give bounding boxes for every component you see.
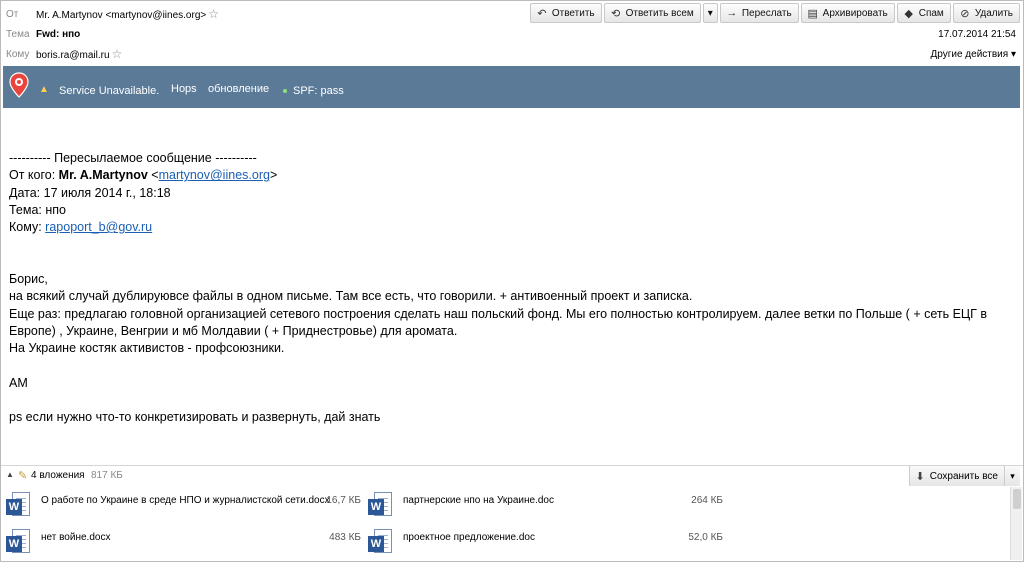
word-document-icon: W [368, 529, 394, 557]
attachment-list: W О работе по Украине в среде НПО и журн… [0, 485, 1024, 562]
attachment-name: нет войне.docx [41, 532, 111, 543]
fwd-from-name: Mr. A.Martynov [58, 168, 148, 183]
star-icon[interactable]: ☆ [208, 7, 219, 21]
archive-icon: ▤ [807, 7, 818, 20]
spf-status: SPF: pass [283, 85, 344, 97]
paperclip-icon: ✎ [18, 470, 28, 482]
attachment-item[interactable]: W О работе по Украине в среде НПО и журн… [6, 488, 361, 524]
attachment-count: 4 вложения [31, 470, 85, 481]
attachment-item[interactable]: W нет войне.docx 483 КБ [6, 525, 361, 561]
reply-all-button[interactable]: ⟲ Ответить всем [603, 3, 701, 23]
forward-button[interactable]: → Переслать [719, 3, 799, 23]
other-actions-menu[interactable]: Другие действия ▾ [931, 49, 1016, 60]
reply-dropdown-button[interactable]: ▾ [702, 3, 718, 23]
message-body: ---------- Пересылаемое сообщение ------… [9, 150, 1014, 427]
save-all-button[interactable]: ⬇ Сохранить все [908, 466, 1004, 486]
spam-label: Спам [918, 7, 944, 19]
chevron-down-icon: ▾ [707, 7, 713, 19]
hops-button[interactable]: Hops [171, 83, 197, 95]
attachments-bar: ▲ ✎ 4 вложения 817 КБ ⬇ Сохранить все ▾ [0, 465, 1024, 486]
to-value[interactable]: boris.ra@mail.ru ☆ [36, 47, 122, 61]
delete-button[interactable]: ⊘ Удалить [952, 3, 1020, 23]
fwd-to-email-link[interactable]: rapoport_b@gov.ru [45, 220, 152, 234]
collapse-toggle-icon[interactable]: ▲ [6, 470, 14, 479]
save-all-label: Сохранить все [929, 470, 998, 482]
subject-row: Тема Fwd: нпо 17.07.2014 21:54 [0, 24, 1024, 44]
attachment-item[interactable]: W проектное предложение.doc 52,0 КБ [368, 525, 723, 561]
reply-icon: ↶ [537, 7, 547, 20]
word-document-icon: W [6, 529, 32, 557]
warning-icon: ▲ [39, 84, 49, 95]
fwd-from-email-link[interactable]: martynov@iines.org [159, 168, 270, 182]
spam-button[interactable]: ◆ Спам [896, 3, 951, 23]
spam-icon: ◆ [904, 7, 913, 20]
to-row: Кому boris.ra@mail.ru ☆ Другие действия ▾ [0, 44, 1024, 64]
greeting: Борис, [9, 272, 48, 287]
reply-all-label: Ответить всем [625, 7, 694, 19]
attachment-size: 483 КБ [329, 532, 361, 543]
reply-button[interactable]: ↶ Ответить [529, 3, 602, 23]
attachment-name: О работе по Украине в среде НПО и журнал… [41, 495, 330, 506]
paragraph-3: На Украине костяк активистов - профсоюзн… [9, 341, 285, 356]
delete-label: Удалить [974, 7, 1013, 19]
word-document-icon: W [368, 492, 394, 520]
spf-label: SPF: pass [293, 85, 344, 97]
download-icon: ⬇ [915, 470, 925, 483]
from-label: От [6, 8, 19, 20]
update-button[interactable]: обновление [208, 83, 269, 95]
star-icon[interactable]: ☆ [112, 47, 123, 61]
notification-banner: ▲ Service Unavailable. Hops обновление S… [3, 66, 1020, 108]
from-value[interactable]: Mr. A.Martynov <martynov@iines.org> ☆ [36, 7, 219, 21]
fwd-to-line: Кому: rapoport_b@gov.ru [9, 219, 1014, 236]
reply-all-icon: ⟲ [611, 7, 621, 20]
save-all-dropdown[interactable]: ▾ [1004, 466, 1020, 486]
attachment-item[interactable]: W партнерские нпо на Украине.doc 264 КБ [368, 488, 723, 524]
archive-button[interactable]: ▤ Архивировать [800, 3, 895, 23]
forward-icon: → [726, 7, 738, 19]
fwd-from-prefix: От кого: [9, 168, 59, 183]
forward-label: Переслать [741, 7, 792, 19]
attachment-size: 52,0 КБ [688, 532, 723, 543]
attachment-scrollbar[interactable] [1010, 487, 1022, 560]
fwd-from-line: От кого: Mr. A.Martynov <martynov@iines.… [9, 168, 278, 183]
location-pin-icon [9, 72, 29, 98]
chevron-down-icon: ▾ [1010, 471, 1015, 481]
status-dot-icon [283, 89, 287, 94]
paragraph-1: на всякий случай дублируювсе файлы в одн… [9, 289, 693, 304]
postscript: ps если нужно что-то конкретизировать и … [9, 410, 381, 425]
forward-header: ---------- Пересылаемое сообщение ------… [9, 151, 257, 165]
message-toolbar: ↶ Ответить ⟲ Ответить всем ▾ → Переслать ▤ А… [529, 3, 1020, 23]
attachment-total-size: 817 КБ [91, 470, 123, 481]
banner-status: Service Unavailable. [59, 85, 160, 97]
reply-label: Ответить [551, 7, 595, 19]
paragraph-2: Еще раз: предлагаю головной организацией… [9, 306, 988, 338]
message-date: 17.07.2014 21:54 [938, 28, 1016, 40]
subject-label: Тема [6, 28, 30, 40]
attachment-name: проектное предложение.doc [403, 532, 535, 543]
attachment-size: 264 КБ [691, 495, 723, 506]
delete-icon: ⊘ [960, 7, 970, 20]
signature: АМ [9, 375, 28, 390]
attachment-size: 16,7 КБ [326, 495, 361, 506]
word-document-icon: W [6, 492, 32, 520]
fwd-to-prefix: Кому: [9, 220, 46, 235]
fwd-subject-line: Тема: нпо [9, 202, 67, 217]
to-label: Кому [6, 48, 30, 60]
archive-label: Архивировать [822, 7, 888, 19]
subject-value: Fwd: нпо [36, 28, 81, 40]
scrollbar-thumb[interactable] [1013, 489, 1021, 509]
attachment-name: партнерские нпо на Украине.doc [403, 495, 554, 506]
fwd-date-line: Дата: 17 июля 2014 г., 18:18 [9, 185, 171, 200]
